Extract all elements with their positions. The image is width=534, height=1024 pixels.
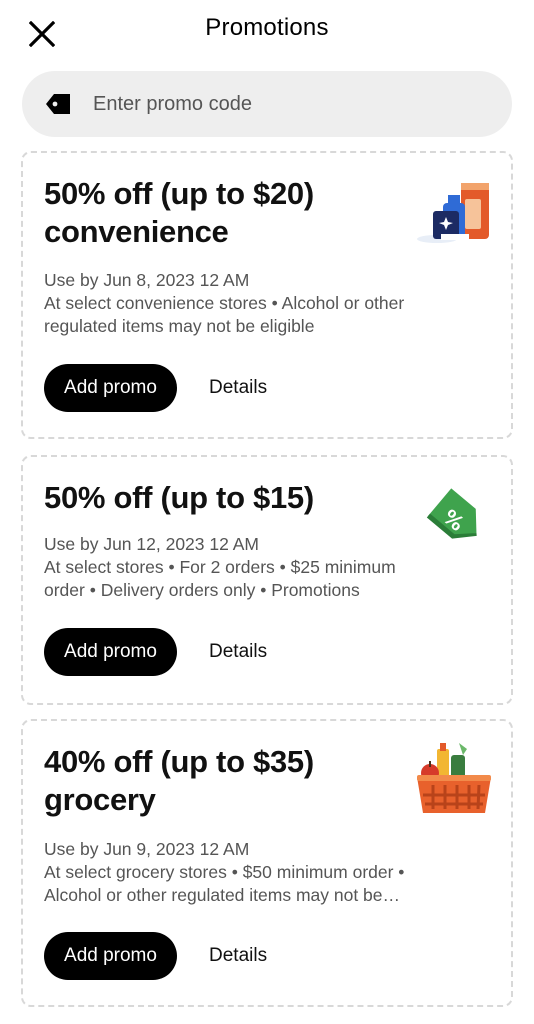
add-promo-button[interactable]: Add promo xyxy=(44,932,177,980)
details-link[interactable]: Details xyxy=(209,641,267,663)
promo-code-field[interactable] xyxy=(22,71,512,137)
promo-expiry: Use by Jun 8, 2023 12 AM xyxy=(44,270,250,290)
promo-card: 50% off (up to $20) convenience Use by J… xyxy=(21,151,513,439)
promo-code-input[interactable] xyxy=(93,92,473,116)
promo-title: 40% off (up to $35) grocery xyxy=(44,744,314,817)
promo-expiry: Use by Jun 12, 2023 12 AM xyxy=(44,534,259,554)
promo-description: At select convenience stores • Alcohol o… xyxy=(44,293,405,336)
promo-title: 50% off (up to $20) convenience xyxy=(44,176,314,249)
convenience-items-icon xyxy=(417,183,489,243)
details-link[interactable]: Details xyxy=(209,945,267,967)
promo-title: 50% off (up to $15) xyxy=(44,480,314,515)
percent-tag-icon: % xyxy=(426,488,477,539)
header: Promotions xyxy=(0,0,534,62)
tag-icon xyxy=(42,88,74,120)
promo-description: At select stores • For 2 orders • $25 mi… xyxy=(44,557,396,600)
promo-description: At select grocery stores • $50 minimum o… xyxy=(44,862,405,905)
promo-card: 40% off (up to $35) grocery Use by Jun 9… xyxy=(21,719,513,1007)
details-link[interactable]: Details xyxy=(209,377,267,399)
promo-card: 50% off (up to $15) Use by Jun 12, 2023 … xyxy=(21,455,513,705)
promo-expiry: Use by Jun 9, 2023 12 AM xyxy=(44,839,250,859)
grocery-basket-icon xyxy=(417,743,491,813)
add-promo-button[interactable]: Add promo xyxy=(44,364,177,412)
add-promo-button[interactable]: Add promo xyxy=(44,628,177,676)
page-title: Promotions xyxy=(205,14,329,41)
